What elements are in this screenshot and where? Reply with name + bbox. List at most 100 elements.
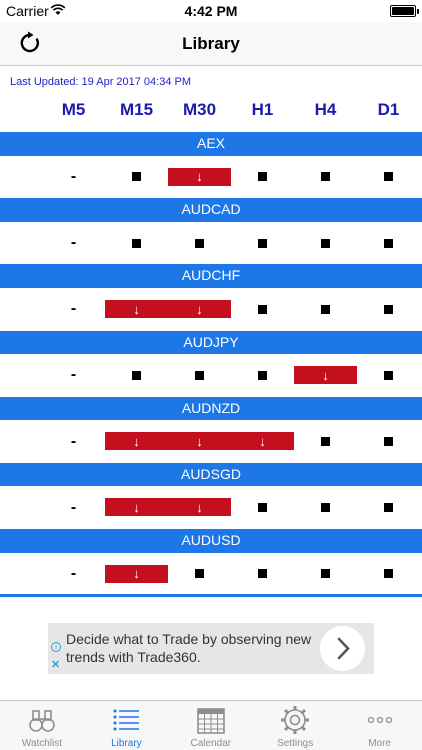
tab-watchlist[interactable]: Watchlist — [0, 701, 84, 750]
down-arrow-glyph: ↓ — [133, 566, 140, 582]
pair-name[interactable]: AUDUSD — [0, 529, 422, 553]
down-arrow-icon: ↓ — [105, 486, 168, 529]
dash-text: - — [70, 234, 77, 252]
square-icon — [384, 370, 393, 380]
timeframe-header-h1: H1 — [251, 100, 274, 119]
tab-label: More — [368, 738, 391, 749]
neutral-square-icon — [231, 354, 294, 397]
neutral-square-icon — [357, 420, 420, 463]
pair-name[interactable]: AUDSGD — [0, 462, 422, 487]
neutral-square-icon — [357, 553, 420, 596]
dash-text: - — [70, 300, 77, 318]
timeframe-header-d1: D1 — [377, 100, 400, 119]
neutral-square-icon — [231, 222, 294, 265]
square-icon — [132, 172, 141, 182]
down-arrow-icon: ↓ — [231, 420, 294, 463]
down-arrow-glyph: ↓ — [133, 434, 140, 450]
signal-row: - ↓ ↓ — [0, 288, 422, 331]
neutral-square-icon — [294, 420, 357, 463]
navigation-bar: Library — [0, 22, 422, 66]
tab-library[interactable]: Library — [84, 701, 168, 750]
status-time: 4:42 PM — [184, 3, 238, 19]
neutral-square-icon — [357, 156, 420, 199]
neutral-square-icon — [231, 486, 294, 529]
square-icon — [321, 503, 330, 513]
signal-row: - ↓ ↓ — [0, 486, 422, 529]
square-icon — [258, 304, 267, 314]
square-icon — [384, 304, 393, 314]
neutral-square-icon — [231, 156, 294, 199]
pair-section-audcad[interactable]: AUDCAD - — [0, 198, 422, 264]
signal-row: - ↓ — [0, 354, 422, 397]
square-icon — [258, 370, 267, 380]
dash-text: - — [70, 167, 77, 185]
no-signal-dash: - — [42, 222, 105, 265]
down-arrow-glyph: ↓ — [196, 301, 203, 317]
pair-name[interactable]: AUDCAD — [0, 198, 422, 222]
tab-settings[interactable]: Settings — [253, 701, 337, 750]
square-icon — [258, 503, 267, 513]
square-icon — [258, 569, 267, 579]
ad-info-icon[interactable]: i — [51, 642, 61, 652]
signal-row: - ↓ — [0, 156, 422, 199]
down-arrow-icon: ↓ — [105, 288, 168, 331]
down-arrow-icon: ↓ — [168, 486, 231, 529]
down-arrow-glyph: ↓ — [322, 367, 329, 383]
timeframe-header-m15: M15 — [119, 100, 154, 119]
square-icon — [195, 569, 204, 579]
chevron-right-icon[interactable] — [320, 626, 365, 671]
down-arrow-glyph: ↓ — [196, 500, 203, 516]
down-arrow-icon: ↓ — [168, 420, 231, 463]
down-arrow-glyph: ↓ — [196, 169, 203, 185]
square-icon — [258, 172, 267, 182]
down-arrow-icon: ↓ — [168, 288, 231, 331]
timeframe-header-h4: H4 — [314, 100, 337, 119]
neutral-square-icon — [294, 553, 357, 596]
signal-row: - — [0, 222, 422, 265]
tab-label: Calendar — [190, 738, 232, 749]
pair-section-audusd[interactable]: AUDUSD - ↓ — [0, 529, 422, 595]
no-signal-dash: - — [42, 486, 105, 529]
ad-text[interactable]: Decide what to Trade by observing new tr… — [66, 630, 316, 666]
pair-name[interactable]: AUDNZD — [0, 396, 422, 421]
pair-name[interactable]: AEX — [0, 132, 422, 156]
pair-name[interactable]: AUDCHF — [0, 264, 422, 288]
signal-row: - ↓ ↓ ↓ — [0, 420, 422, 463]
down-arrow-glyph: ↓ — [133, 500, 140, 516]
neutral-square-icon — [294, 156, 357, 199]
tab-more[interactable]: More — [338, 701, 422, 750]
square-icon — [258, 238, 267, 248]
square-icon — [321, 569, 330, 579]
pair-section-aex[interactable]: AEX - ↓ — [0, 132, 422, 198]
tab-label: Settings — [277, 738, 314, 749]
tab-calendar[interactable]: Calendar — [169, 701, 253, 750]
neutral-square-icon — [105, 222, 168, 265]
binoculars-icon — [29, 710, 55, 732]
down-arrow-glyph: ↓ — [259, 434, 266, 450]
neutral-square-icon — [168, 222, 231, 265]
no-signal-dash: - — [42, 420, 105, 463]
pair-list: AEX - ↓ AUDCAD - AUDCHF - ↓ ↓ AUDJPY - ↓ AUDNZD - ↓ ↓ ↓ A… — [0, 132, 422, 595]
last-updated-text: Last Updated: 19 Apr 2017 04:34 PM — [10, 76, 192, 88]
battery-icon — [390, 5, 419, 17]
status-bar: Carrier 4:42 PM — [0, 0, 422, 22]
pair-section-audnzd[interactable]: AUDNZD - ↓ ↓ ↓ — [0, 396, 422, 463]
neutral-square-icon — [357, 486, 420, 529]
neutral-square-icon — [168, 354, 231, 397]
square-icon — [321, 238, 330, 248]
signal-row: - ↓ — [0, 553, 422, 596]
tab-bar: Watchlist Library Calendar Settings More — [0, 700, 422, 750]
square-icon — [321, 437, 330, 447]
pair-section-audchf[interactable]: AUDCHF - ↓ ↓ — [0, 264, 422, 330]
ad-close-icon[interactable]: ✕ — [51, 658, 60, 671]
ad-banner[interactable]: i ✕ Decide what to Trade by observing ne… — [48, 623, 374, 674]
square-icon — [384, 569, 393, 579]
down-arrow-icon: ↓ — [294, 354, 357, 397]
pair-name[interactable]: AUDJPY — [0, 330, 422, 355]
down-arrow-icon: ↓ — [105, 420, 168, 463]
pair-section-audsgd[interactable]: AUDSGD - ↓ ↓ — [0, 462, 422, 529]
more-icon — [367, 716, 392, 724]
dash-text: - — [70, 564, 77, 582]
pair-section-audjpy[interactable]: AUDJPY - ↓ — [0, 330, 422, 397]
square-icon — [384, 437, 393, 447]
